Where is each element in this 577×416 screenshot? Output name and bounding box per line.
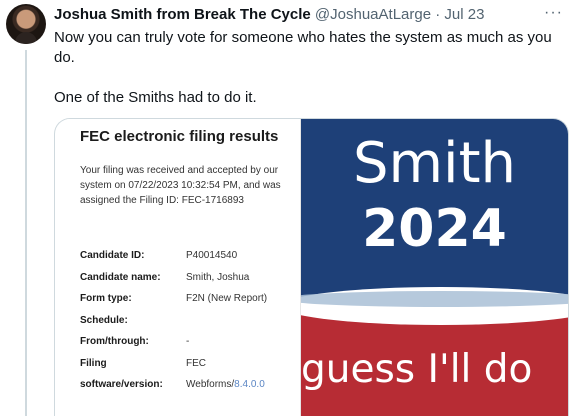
software-version-link[interactable]: 8.4.0.0 [234, 379, 265, 390]
campaign-banner: Smith 2024 guess I'll do [301, 119, 568, 416]
thread-line [25, 50, 27, 416]
tweet-text: Now you can truly vote for someone who h… [54, 28, 569, 108]
fec-row-key: Candidate name: [80, 271, 161, 283]
fec-row-key: Candidate ID: [80, 250, 145, 261]
fec-row-value: Smith, Joshua [186, 271, 250, 283]
more-options-icon[interactable]: ··· [544, 3, 563, 23]
tweet-media[interactable]: FEC electronic filing results Your filin… [54, 118, 569, 416]
tweet-date[interactable]: Jul 23 [444, 6, 484, 23]
fec-row: software/version: Webforms/8.4.0.0 [80, 379, 295, 401]
fec-row-key: Schedule: [80, 314, 128, 326]
avatar[interactable] [6, 4, 46, 44]
author-name[interactable]: Joshua Smith from Break The Cycle [54, 6, 311, 23]
fec-row-value: P40014540 [186, 250, 238, 261]
software-name: Webforms/ [186, 379, 235, 390]
fec-row-key: Filing [80, 357, 107, 369]
fec-row: Form type: F2N (New Report) [80, 293, 295, 315]
fec-row: Candidate ID: P40014540 [80, 250, 295, 272]
fec-row: From/through: - [80, 336, 295, 358]
fec-row-key: From/through: [80, 336, 149, 347]
tweet-header: Joshua Smith from Break The Cycle @Joshu… [54, 3, 567, 25]
fec-row: Filing FEC [80, 358, 295, 380]
fec-row-value: F2N (New Report) [186, 293, 268, 304]
fec-row: Candidate name: Smith, Joshua [80, 272, 295, 294]
fec-row-key: Form type: [80, 293, 132, 304]
fec-message: Your filing was received and accepted by… [80, 165, 281, 206]
fec-row-value: - [186, 336, 190, 347]
fec-row-value: FEC [186, 357, 206, 369]
fec-details-table: Candidate ID: P40014540 Candidate name: … [80, 250, 295, 401]
author-handle[interactable]: @JoshuaAtLarge [315, 6, 431, 23]
banner-year: 2024 [362, 199, 507, 259]
tweet-text-line-2: One of the Smiths had to do it. [54, 89, 257, 106]
tweet-text-line-1: Now you can truly vote for someone who h… [54, 29, 552, 66]
banner-light-blue-stripe [301, 291, 568, 307]
fec-row-value: Webforms/8.4.0.0 [186, 379, 265, 390]
fec-title: FEC electronic filing results [80, 128, 279, 145]
banner-tagline: guess I'll do [301, 347, 533, 392]
fec-filing-screenshot: FEC electronic filing results Your filin… [65, 119, 301, 416]
fec-row: Schedule: [80, 315, 295, 337]
fec-row-key: software/version: [80, 379, 163, 390]
banner-name: Smith [352, 131, 517, 196]
header-separator: · [435, 6, 441, 23]
